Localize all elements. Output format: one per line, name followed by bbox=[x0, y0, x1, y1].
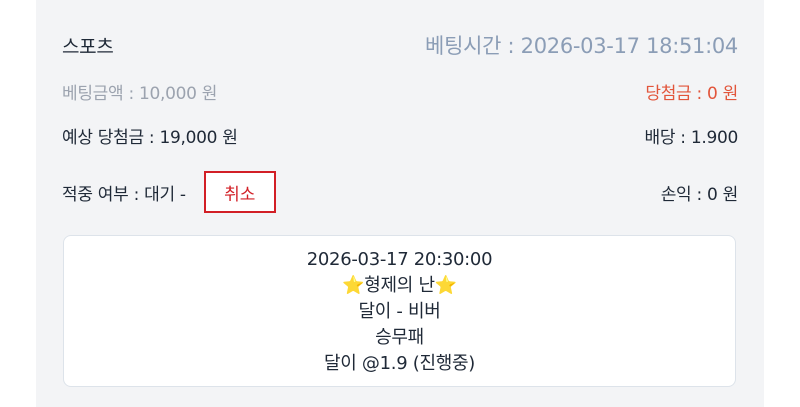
league-name: 형제의 난 bbox=[364, 274, 435, 296]
bet-time: 베팅시간 : 2026-03-17 18:51:04 bbox=[425, 34, 738, 58]
bet-history-card: 스포츠 베팅시간 : 2026-03-17 18:51:04 베팅금액 : 10… bbox=[36, 0, 764, 407]
game-detail-box: 2026-03-17 20:30:00 ⭐형제의 난⭐ 달이 - 비버 승무패 … bbox=[63, 235, 736, 387]
star-icon: ⭐ bbox=[342, 274, 365, 296]
profit: 손익 : 0 원 bbox=[660, 184, 739, 205]
result-status: 적중 여부 : 대기 - bbox=[62, 184, 186, 205]
game-datetime: 2026-03-17 20:30:00 bbox=[306, 248, 493, 270]
game-market: 승무패 bbox=[375, 326, 424, 348]
result-status-group: 적중 여부 : 대기 - 취소 bbox=[62, 171, 276, 213]
status-row: 적중 여부 : 대기 - 취소 손익 : 0 원 bbox=[62, 170, 738, 214]
cancel-button[interactable]: 취소 bbox=[203, 171, 276, 213]
bet-amount-row: 베팅금액 : 10,000 원 당첨금 : 0 원 bbox=[62, 76, 738, 106]
game-match: 달이 - 비버 bbox=[358, 300, 441, 322]
expected-row: 예상 당첨금 : 19,000 원 배당 : 1.900 bbox=[62, 120, 738, 150]
game-pick: 달이 @1.9 (진행중) bbox=[323, 352, 475, 374]
bet-amount: 베팅금액 : 10,000 원 bbox=[62, 83, 218, 104]
expected-win: 예상 당첨금 : 19,000 원 bbox=[62, 127, 238, 148]
odds: 배당 : 1.900 bbox=[644, 127, 739, 148]
star-icon: ⭐ bbox=[434, 274, 457, 296]
bet-header-row: 스포츠 베팅시간 : 2026-03-17 18:51:04 bbox=[62, 28, 738, 62]
win-amount: 당첨금 : 0 원 bbox=[645, 83, 738, 104]
bet-category: 스포츠 bbox=[62, 35, 114, 58]
game-league: ⭐형제의 난⭐ bbox=[342, 274, 457, 297]
